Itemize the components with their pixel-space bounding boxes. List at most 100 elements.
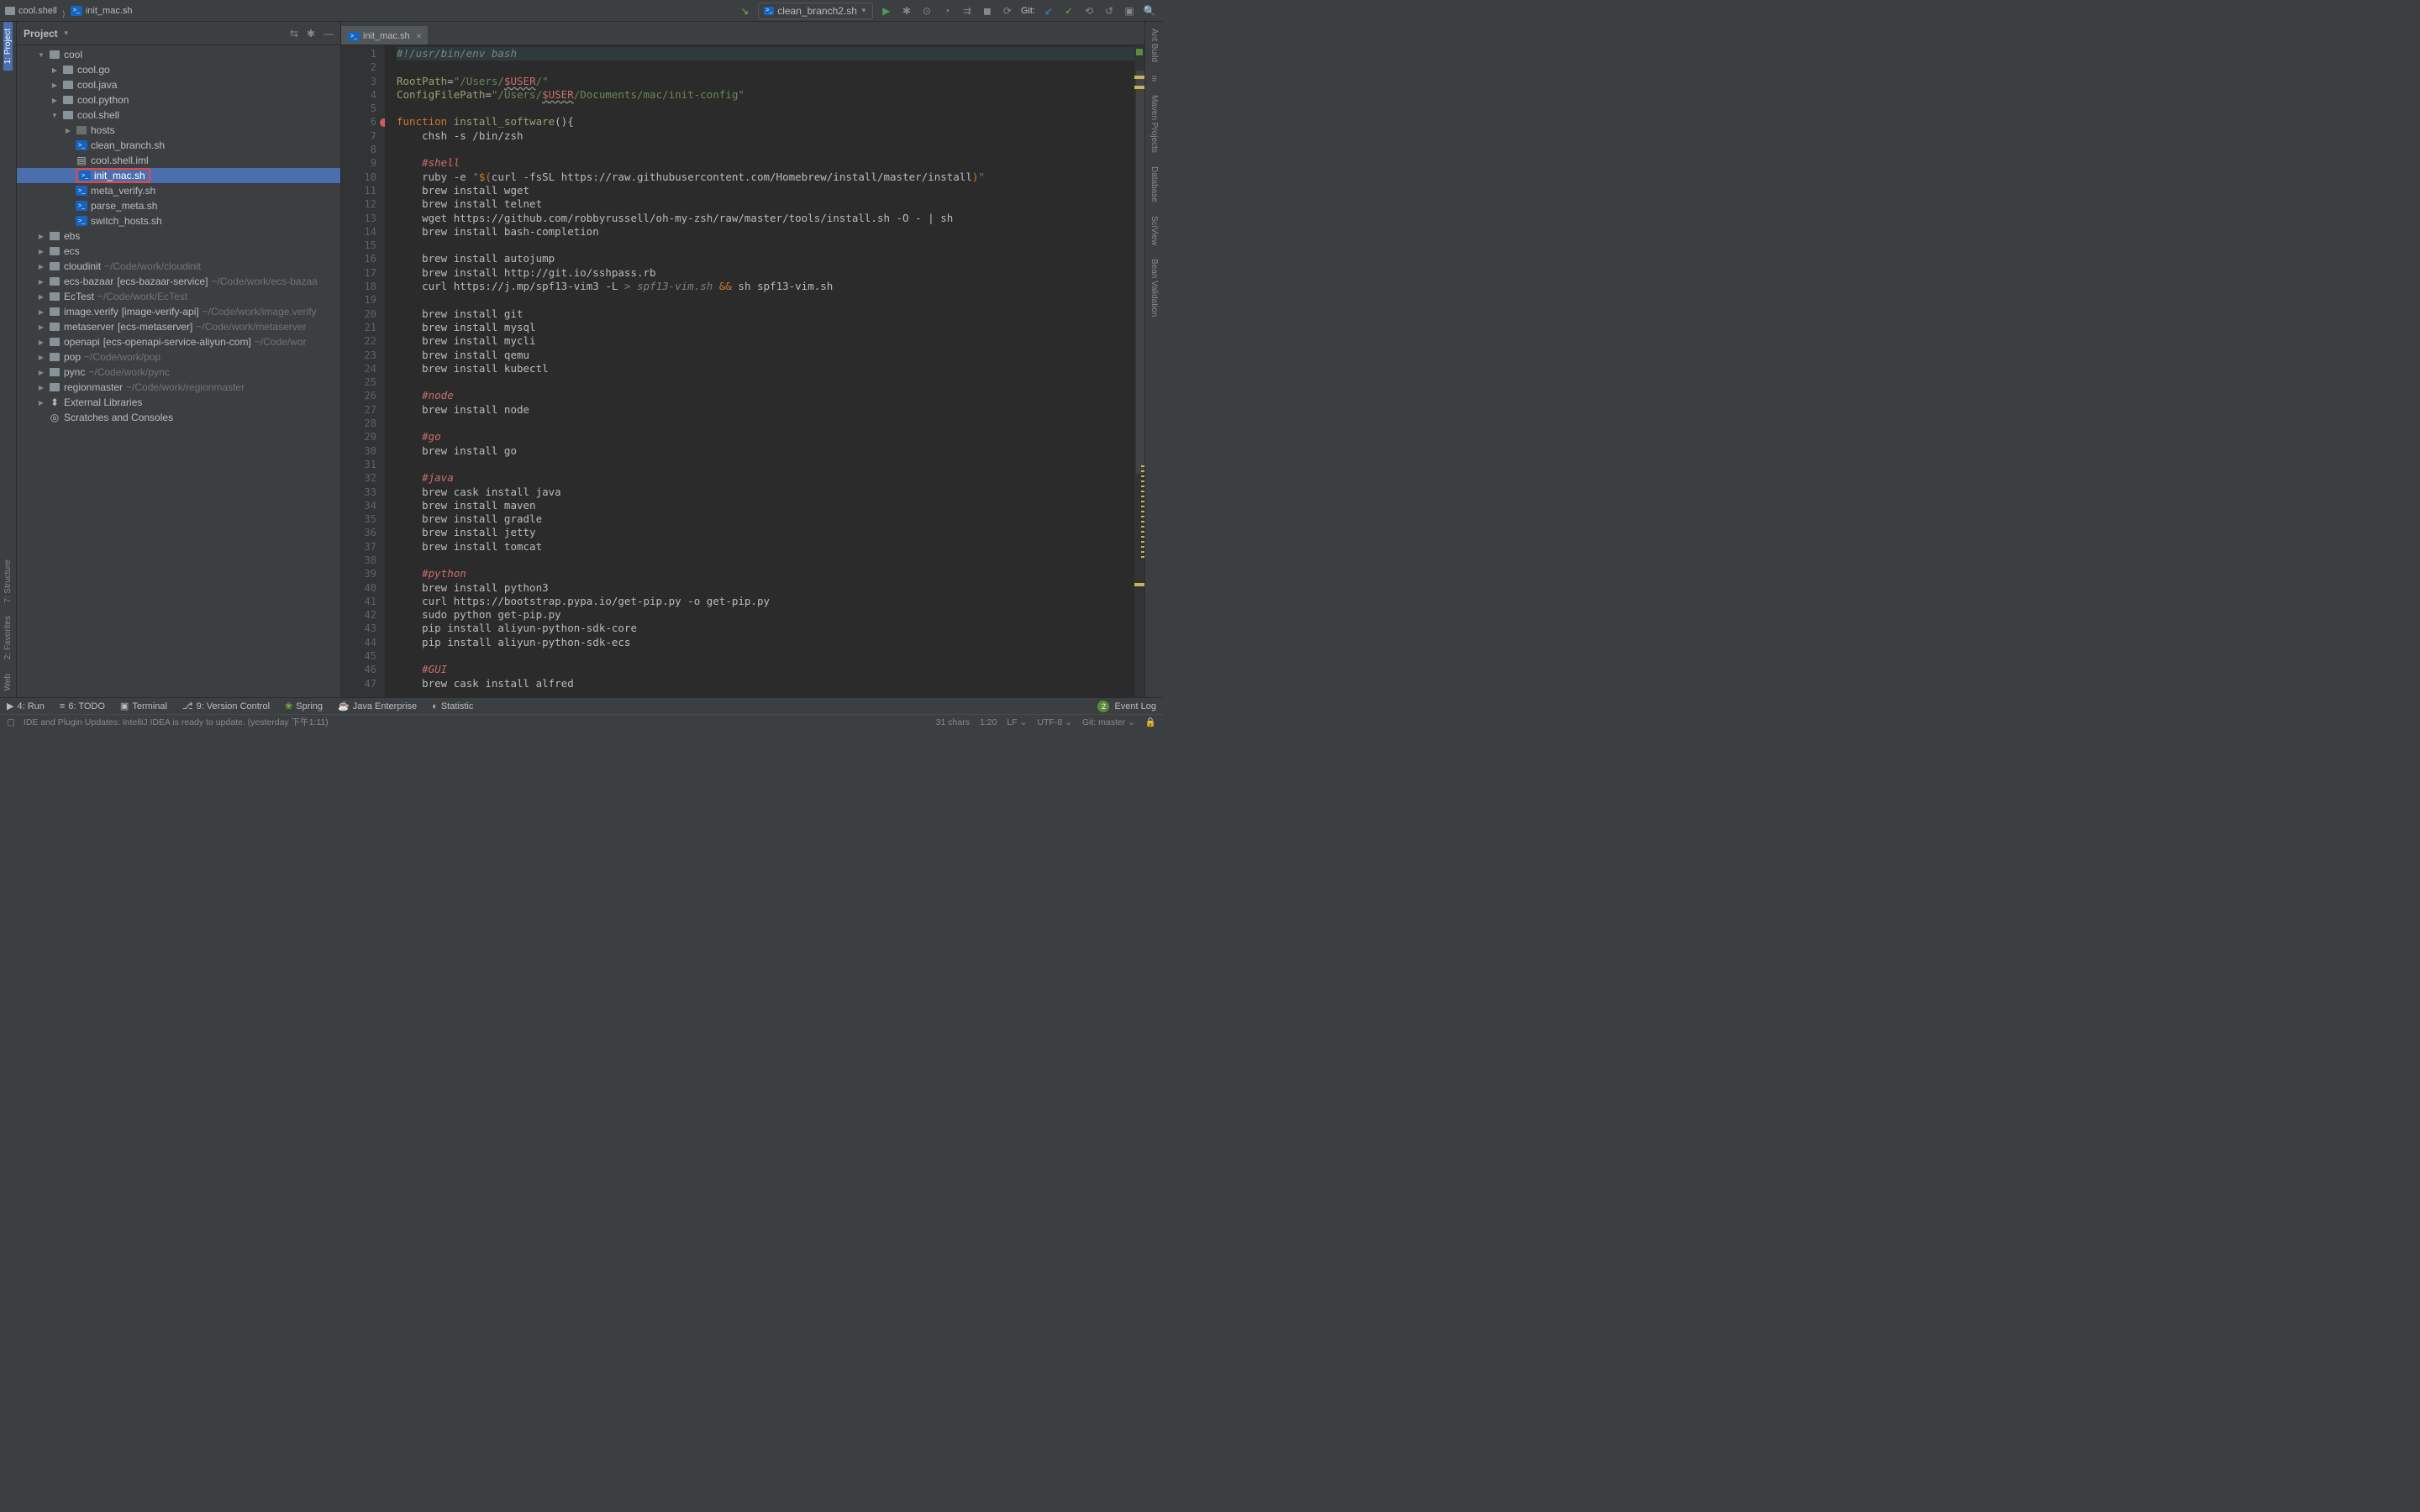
scrollbar-thumb[interactable] <box>1136 71 1144 474</box>
code-line[interactable]: sudo python get-pip.py <box>397 608 1144 622</box>
code-line[interactable]: pip install aliyun-python-sdk-core <box>397 622 1144 635</box>
gutter-line[interactable]: 42 <box>341 608 385 622</box>
tool-window-database[interactable]: Database <box>1150 160 1159 209</box>
code-line[interactable]: brew install mysql <box>397 321 1144 334</box>
gutter-line[interactable]: 2 <box>341 60 385 74</box>
status-line-separator[interactable]: LF ⌄ <box>1007 717 1027 727</box>
tree-node[interactable]: ▶ecs <box>17 244 340 259</box>
collapse-icon[interactable]: ⇆ <box>290 28 298 39</box>
gutter-line[interactable]: 23 <box>341 349 385 362</box>
tree-node[interactable]: >_switch_hosts.sh <box>17 213 340 228</box>
tree-node[interactable]: ▶ebs <box>17 228 340 244</box>
gutter-line[interactable]: 35 <box>341 512 385 526</box>
gutter-line[interactable]: 26 <box>341 389 385 402</box>
gutter-line[interactable]: 14 <box>341 225 385 239</box>
tree-node[interactable]: ▶regionmaster ~/Code/work/regionmaster <box>17 380 340 395</box>
chevron-right-icon[interactable]: ▶ <box>50 81 59 89</box>
tree-node[interactable]: ▤cool.shell.iml <box>17 153 340 168</box>
code-line[interactable]: curl https://j.mp/spf13-vim3 -L > spf13-… <box>397 280 1144 293</box>
gutter-line[interactable]: 22 <box>341 334 385 348</box>
code-line[interactable]: brew install maven <box>397 499 1144 512</box>
run-config-dropdown[interactable]: >_ clean_branch2.sh ▼ <box>758 3 873 19</box>
gutter-line[interactable]: 17 <box>341 266 385 280</box>
chevron-right-icon[interactable]: ▶ <box>37 384 45 391</box>
code-line[interactable]: #python <box>397 567 1144 580</box>
gutter-line[interactable]: 3 <box>341 75 385 88</box>
chevron-right-icon[interactable]: ▶ <box>64 127 72 134</box>
code-line[interactable]: #shell <box>397 156 1144 170</box>
build-icon[interactable]: ↘ <box>738 4 751 18</box>
chevron-right-icon[interactable]: ▶ <box>37 293 45 301</box>
gutter-line[interactable]: 36 <box>341 526 385 539</box>
code-line[interactable] <box>397 143 1144 156</box>
chevron-right-icon[interactable]: ▶ <box>37 263 45 270</box>
gutter-line[interactable]: 40 <box>341 581 385 595</box>
code-line[interactable] <box>397 458 1144 471</box>
gutter-line[interactable]: 19 <box>341 293 385 307</box>
code-editor[interactable]: #!/usr/bin/env bash RootPath="/Users/$US… <box>385 45 1144 697</box>
status-git-branch[interactable]: Git: master ⌄ <box>1082 717 1135 727</box>
code-line[interactable]: chsh -s /bin/zsh <box>397 129 1144 143</box>
code-line[interactable]: brew install telnet <box>397 197 1144 211</box>
code-line[interactable]: #node <box>397 389 1144 402</box>
tool-window-spring[interactable]: ❀ Spring <box>285 701 323 711</box>
gutter-line[interactable]: 16 <box>341 252 385 265</box>
tool-window-run[interactable]: ▶ 4: Run <box>7 701 45 711</box>
gutter-line[interactable]: 31 <box>341 458 385 471</box>
gutter-line[interactable]: 32 <box>341 471 385 485</box>
revert-icon[interactable]: ↺ <box>1102 4 1116 18</box>
warning-marker[interactable] <box>1141 465 1144 558</box>
tree-node[interactable]: ▶EcTest ~/Code/work/EcTest <box>17 289 340 304</box>
gutter-line[interactable]: 24 <box>341 362 385 375</box>
run-button[interactable]: ▶ <box>880 4 893 18</box>
code-line[interactable]: brew cask install alfred <box>397 677 1144 690</box>
code-line[interactable]: brew install go <box>397 444 1144 458</box>
code-line[interactable]: brew install wget <box>397 184 1144 197</box>
gutter-line[interactable]: 47 <box>341 677 385 690</box>
gutter-line[interactable]: 21 <box>341 321 385 334</box>
chevron-right-icon[interactable]: ▶ <box>37 233 45 240</box>
tree-node[interactable]: >_clean_branch.sh <box>17 138 340 153</box>
chevron-right-icon[interactable]: ▶ <box>37 399 45 407</box>
code-line[interactable]: ruby -e "$(curl -fsSL https://raw.github… <box>397 171 1144 184</box>
breadcrumb-item[interactable]: cool.shell <box>5 6 57 16</box>
chevron-right-icon[interactable]: ▶ <box>37 308 45 316</box>
gutter-line[interactable]: 29 <box>341 430 385 444</box>
gutter-line[interactable]: 6 <box>341 115 385 129</box>
warning-marker[interactable] <box>1134 76 1144 79</box>
code-line[interactable] <box>397 102 1144 115</box>
tree-node[interactable]: ▶cool.go <box>17 62 340 77</box>
chevron-right-icon[interactable]: ▶ <box>50 97 59 104</box>
tree-node[interactable]: ▶pync ~/Code/work/pync <box>17 365 340 380</box>
search-icon[interactable]: 🔍 <box>1143 4 1156 18</box>
gutter-line[interactable]: 30 <box>341 444 385 458</box>
tree-node[interactable]: ▶metaserver [ecs-metaserver] ~/Code/work… <box>17 319 340 334</box>
code-line[interactable]: ConfigFilePath="/Users/$USER/Documents/m… <box>397 88 1144 102</box>
gear-icon[interactable]: ✱ <box>307 28 315 39</box>
gutter-line[interactable]: 45 <box>341 649 385 663</box>
breadcrumb-item[interactable]: >_ init_mac.sh <box>71 6 133 16</box>
project-tree[interactable]: ▼cool▶cool.go▶cool.java▶cool.python▼cool… <box>17 45 340 697</box>
tool-window-ant[interactable]: Ant Build <box>1150 22 1159 69</box>
tree-node[interactable]: ▶ecs-bazaar [ecs-bazaar-service] ~/Code/… <box>17 274 340 289</box>
tree-node[interactable]: ▶cloudinit ~/Code/work/cloudinit <box>17 259 340 274</box>
tool-window-project[interactable]: 1: Project <box>3 22 13 71</box>
warning-marker[interactable] <box>1134 86 1144 89</box>
gutter-line[interactable]: 11 <box>341 184 385 197</box>
gutter-line[interactable]: 46 <box>341 663 385 676</box>
code-line[interactable]: wget https://github.com/robbyrussell/oh-… <box>397 212 1144 225</box>
tool-window-terminal[interactable]: ▣ Terminal <box>120 701 167 711</box>
editor-gutter[interactable]: 1234567891011121314151617181920212223242… <box>341 45 385 697</box>
gutter-line[interactable]: 20 <box>341 307 385 321</box>
gutter-line[interactable]: 7 <box>341 129 385 143</box>
code-line[interactable]: #java <box>397 471 1144 485</box>
gutter-line[interactable]: 13 <box>341 212 385 225</box>
tool-window-maven-label[interactable]: Maven Projects <box>1150 88 1159 160</box>
gutter-line[interactable]: 8 <box>341 143 385 156</box>
tool-window-favorites[interactable]: 2: Favorites <box>3 609 13 666</box>
gutter-line[interactable]: 12 <box>341 197 385 211</box>
project-panel-title[interactable]: Project ▼ <box>24 28 70 39</box>
tree-node[interactable]: ▼cool <box>17 47 340 62</box>
code-line[interactable]: brew install autojump <box>397 252 1144 265</box>
code-line[interactable]: #go <box>397 430 1144 444</box>
